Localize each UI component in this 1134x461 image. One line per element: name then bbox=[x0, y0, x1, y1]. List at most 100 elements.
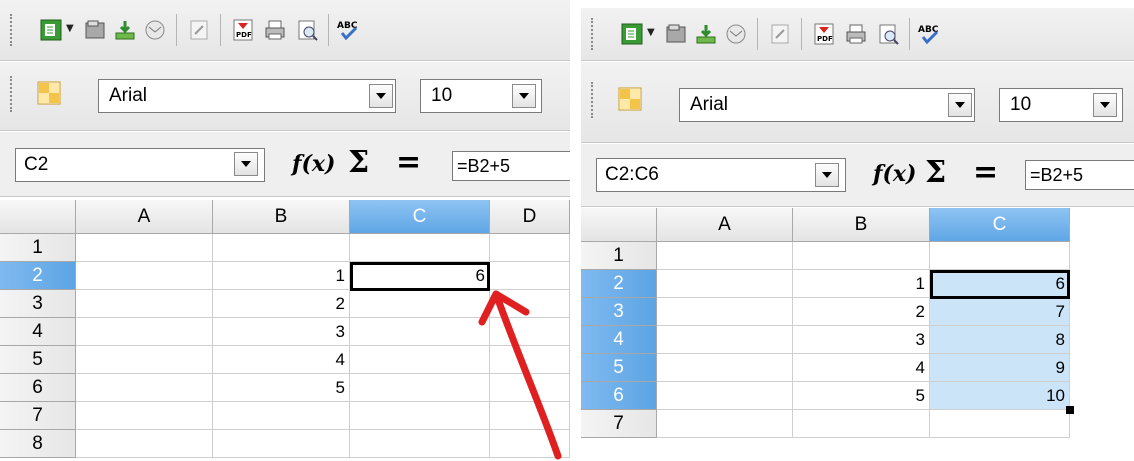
cell-a1[interactable] bbox=[657, 242, 793, 270]
cell-b8[interactable] bbox=[213, 430, 350, 458]
cell-c8[interactable] bbox=[350, 430, 490, 458]
cell-b2[interactable]: 1 bbox=[793, 270, 930, 298]
spellcheck-icon[interactable]: ABC bbox=[336, 17, 362, 43]
cell-c4[interactable]: 8 bbox=[930, 326, 1070, 354]
row-header-3[interactable]: 3 bbox=[0, 290, 76, 318]
formula-icon[interactable]: = bbox=[396, 146, 421, 180]
chevron-down-icon[interactable]: ▼ bbox=[66, 23, 74, 34]
open-icon[interactable] bbox=[82, 17, 108, 43]
name-box[interactable]: C2 bbox=[15, 148, 265, 182]
cell-b2[interactable]: 1 bbox=[213, 262, 350, 290]
save-icon[interactable] bbox=[693, 21, 719, 47]
font-name-dropdown-button[interactable] bbox=[948, 93, 972, 117]
row-header-5[interactable]: 5 bbox=[581, 354, 657, 382]
row-header-6[interactable]: 6 bbox=[581, 382, 657, 410]
cell-a8[interactable] bbox=[76, 430, 213, 458]
cell-c7[interactable] bbox=[930, 410, 1070, 438]
toolbar-grip[interactable] bbox=[10, 14, 16, 46]
export-pdf-icon[interactable]: PDF bbox=[230, 17, 256, 43]
row-header-1[interactable]: 1 bbox=[0, 234, 76, 262]
cell-a2[interactable] bbox=[657, 270, 793, 298]
font-name-combo[interactable]: Arial bbox=[679, 88, 975, 122]
name-box[interactable]: C2:C6 bbox=[596, 158, 846, 192]
cell-d1[interactable] bbox=[490, 234, 570, 262]
cell-c6[interactable] bbox=[350, 374, 490, 402]
function-wizard-icon[interactable]: f(x) bbox=[292, 148, 335, 180]
column-header-a[interactable]: A bbox=[76, 200, 213, 234]
font-name-dropdown-button[interactable] bbox=[369, 84, 393, 108]
function-wizard-icon[interactable]: f(x) bbox=[873, 158, 916, 190]
cell-a7[interactable] bbox=[76, 402, 213, 430]
new-document-icon[interactable] bbox=[38, 17, 64, 43]
formula-input[interactable]: =B2+5 bbox=[1025, 160, 1134, 190]
formula-input[interactable]: =B2+5 bbox=[452, 151, 570, 181]
print-icon[interactable] bbox=[262, 17, 288, 43]
cell-b7[interactable] bbox=[793, 410, 930, 438]
cell-a1[interactable] bbox=[76, 234, 213, 262]
cell-c7[interactable] bbox=[350, 402, 490, 430]
row-header-8[interactable]: 8 bbox=[0, 430, 76, 458]
cell-c3[interactable] bbox=[350, 290, 490, 318]
cell-a7[interactable] bbox=[657, 410, 793, 438]
sum-icon[interactable]: Σ bbox=[925, 156, 946, 190]
cell-a3[interactable] bbox=[657, 298, 793, 326]
export-pdf-icon[interactable]: PDF bbox=[811, 21, 837, 47]
cell-c4[interactable] bbox=[350, 318, 490, 346]
cell-c5[interactable] bbox=[350, 346, 490, 374]
print-icon[interactable] bbox=[843, 21, 869, 47]
email-icon[interactable] bbox=[723, 21, 749, 47]
save-icon[interactable] bbox=[112, 17, 138, 43]
column-header-c[interactable]: C bbox=[930, 208, 1070, 242]
cell-a6[interactable] bbox=[657, 382, 793, 410]
cell-b3[interactable]: 2 bbox=[213, 290, 350, 318]
cell-a3[interactable] bbox=[76, 290, 213, 318]
toolbar-grip[interactable] bbox=[591, 82, 597, 118]
column-header-a[interactable]: A bbox=[657, 208, 793, 242]
cell-b1[interactable] bbox=[793, 242, 930, 270]
row-header-4[interactable]: 4 bbox=[581, 326, 657, 354]
row-header-5[interactable]: 5 bbox=[0, 346, 76, 374]
cell-a2[interactable] bbox=[76, 262, 213, 290]
row-header-7[interactable]: 7 bbox=[0, 402, 76, 430]
font-size-dropdown-button[interactable] bbox=[512, 84, 536, 108]
column-header-b[interactable]: B bbox=[213, 200, 350, 234]
toolbar-grip[interactable] bbox=[10, 76, 16, 112]
select-all-corner[interactable] bbox=[581, 208, 657, 242]
row-header-3[interactable]: 3 bbox=[581, 298, 657, 326]
name-box-dropdown-button[interactable] bbox=[815, 163, 839, 187]
cell-b6[interactable]: 5 bbox=[213, 374, 350, 402]
email-icon[interactable] bbox=[142, 17, 168, 43]
cell-a5[interactable] bbox=[76, 346, 213, 374]
cell-b5[interactable]: 4 bbox=[213, 346, 350, 374]
page-preview-icon[interactable] bbox=[875, 21, 901, 47]
sum-icon[interactable]: Σ bbox=[348, 146, 369, 180]
styles-icon[interactable] bbox=[36, 80, 62, 106]
fill-handle[interactable] bbox=[1066, 406, 1074, 414]
row-header-2[interactable]: 2 bbox=[581, 270, 657, 298]
cell-b3[interactable]: 2 bbox=[793, 298, 930, 326]
cell-b4[interactable]: 3 bbox=[793, 326, 930, 354]
row-header-6[interactable]: 6 bbox=[0, 374, 76, 402]
row-header-2[interactable]: 2 bbox=[0, 262, 76, 290]
page-preview-icon[interactable] bbox=[294, 17, 320, 43]
new-document-icon[interactable] bbox=[619, 21, 645, 47]
column-header-c[interactable]: C bbox=[350, 200, 490, 234]
spellcheck-icon[interactable]: ABC bbox=[917, 21, 943, 47]
font-name-combo[interactable]: Arial bbox=[98, 79, 396, 113]
edit-file-icon[interactable] bbox=[186, 17, 212, 43]
cell-c1[interactable] bbox=[350, 234, 490, 262]
select-all-corner[interactable] bbox=[0, 200, 76, 234]
cell-b5[interactable]: 4 bbox=[793, 354, 930, 382]
cell-a4[interactable] bbox=[76, 318, 213, 346]
cell-b4[interactable]: 3 bbox=[213, 318, 350, 346]
cell-c6[interactable]: 10 bbox=[930, 382, 1070, 410]
edit-file-icon[interactable] bbox=[767, 21, 793, 47]
cell-a5[interactable] bbox=[657, 354, 793, 382]
formula-icon[interactable]: = bbox=[973, 156, 998, 190]
row-header-1[interactable]: 1 bbox=[581, 242, 657, 270]
column-header-d[interactable]: D bbox=[490, 200, 570, 234]
cell-a6[interactable] bbox=[76, 374, 213, 402]
column-header-b[interactable]: B bbox=[793, 208, 930, 242]
cell-c5[interactable]: 9 bbox=[930, 354, 1070, 382]
row-header-7[interactable]: 7 bbox=[581, 410, 657, 438]
